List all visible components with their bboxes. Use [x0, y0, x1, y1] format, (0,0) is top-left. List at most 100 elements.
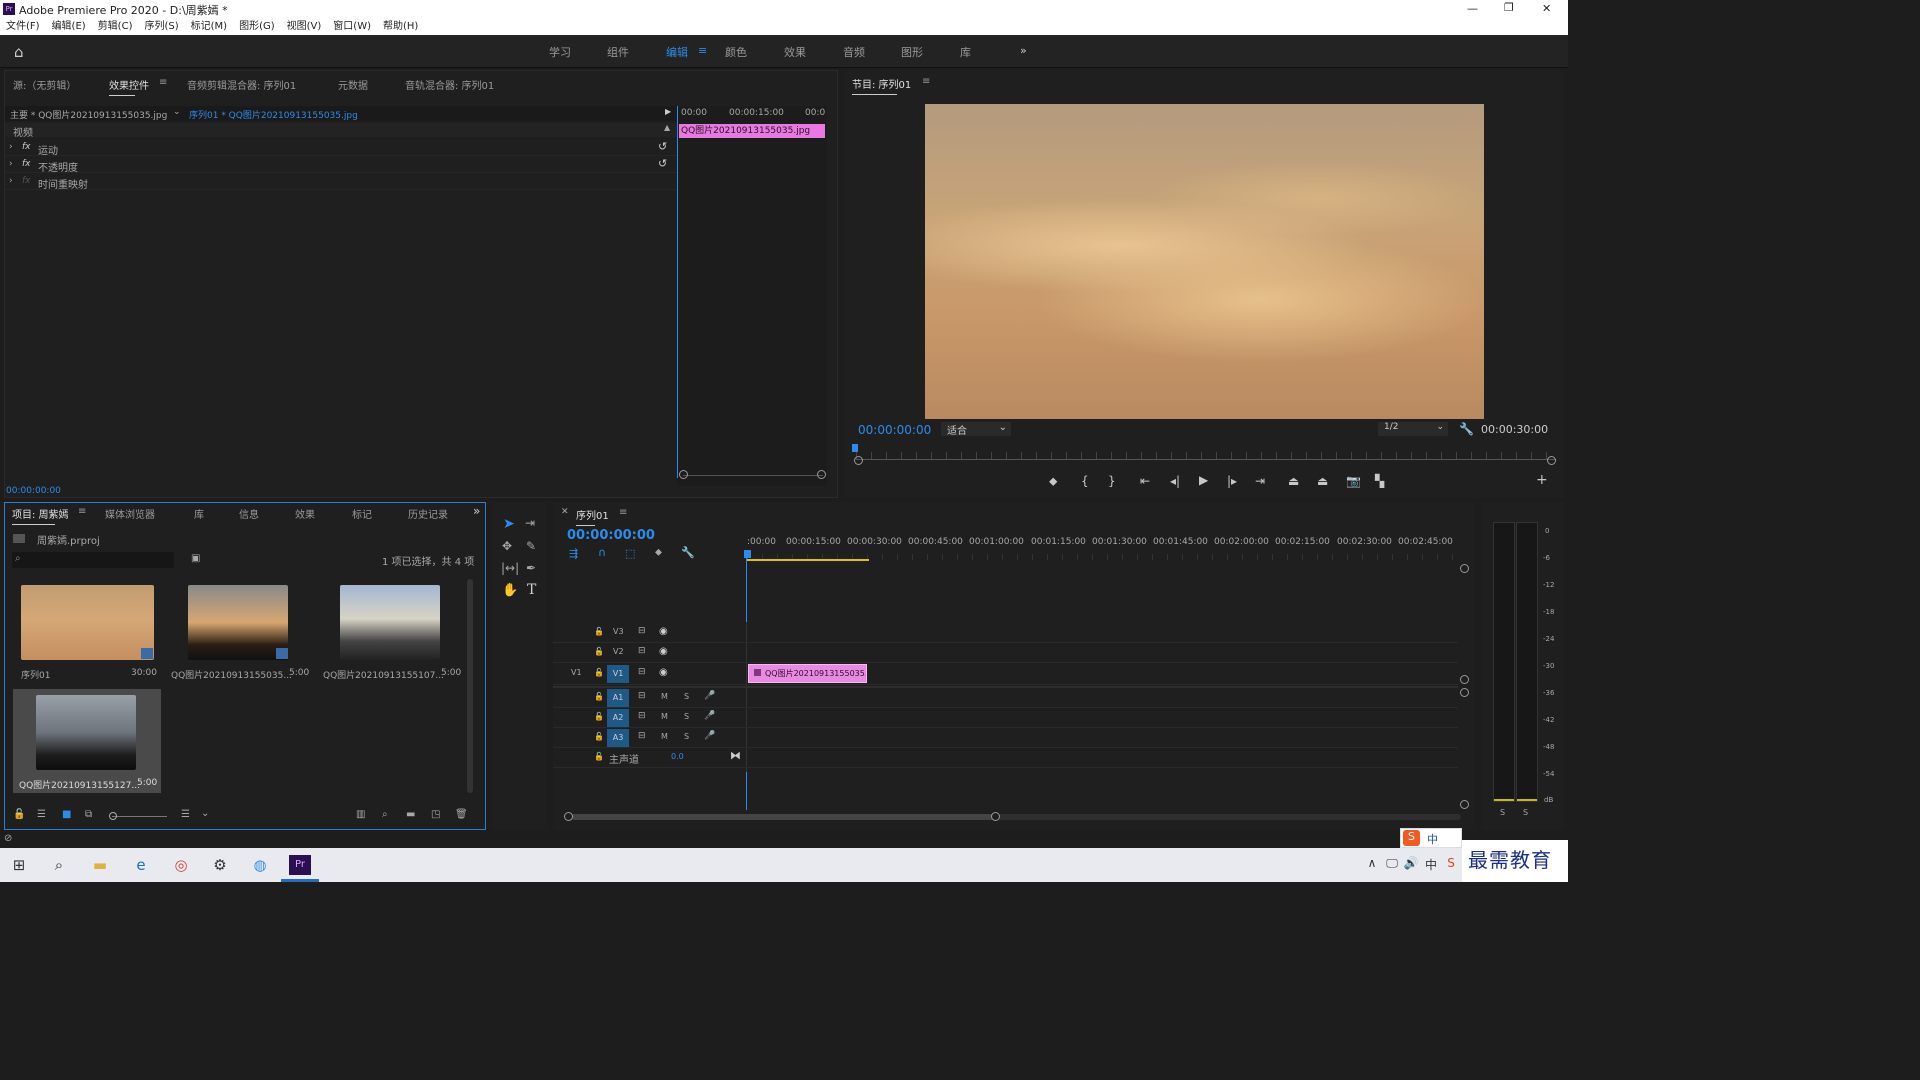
zoom-slider-handle[interactable]	[109, 812, 117, 820]
scroll-up-icon[interactable]: ▲	[664, 123, 670, 132]
item-thumbnail[interactable]	[340, 585, 440, 660]
sync-lock-icon[interactable]: ⊟	[638, 691, 646, 701]
close-button[interactable]: ✕	[1542, 2, 1551, 15]
expand-arrow-icon[interactable]: ▶	[665, 107, 671, 116]
microphone-icon[interactable]: 🎤	[704, 691, 715, 701]
mute-button[interactable]: M	[661, 732, 668, 741]
new-bin-icon[interactable]: ▬	[406, 809, 415, 820]
vertical-zoom-handle[interactable]	[1460, 688, 1469, 697]
program-ruler[interactable]	[856, 452, 1556, 460]
menu-view[interactable]: 视图(V)	[287, 21, 322, 32]
tab-info[interactable]: 信息	[239, 506, 259, 521]
sort-icon[interactable]: ☰	[181, 809, 190, 820]
effect-timecode[interactable]: 00:00:00:00	[6, 486, 61, 496]
panel-menu-icon[interactable]: ≡	[78, 506, 86, 517]
home-icon[interactable]: ⌂	[14, 43, 24, 61]
fx-icon[interactable]: fx	[22, 159, 31, 169]
tab-sequence[interactable]: 序列01	[576, 507, 609, 526]
sequence-clip-label[interactable]: 序列01 * QQ图片20210913155035.jpg	[189, 108, 358, 121]
workspace-editing[interactable]: 编辑	[666, 44, 688, 60]
work-area-bar[interactable]	[747, 559, 869, 561]
tab-libraries[interactable]: 库	[194, 506, 204, 521]
item-thumbnail[interactable]	[36, 695, 136, 770]
settings-gear-icon[interactable]: ⚙	[209, 856, 231, 874]
tab-project[interactable]: 项目: 周紫嫣	[12, 506, 69, 525]
menu-clip[interactable]: 剪辑(C)	[98, 21, 133, 32]
step-back-icon[interactable]: ◂|	[1170, 474, 1180, 488]
tab-source[interactable]: 源:（无剪辑）	[13, 77, 76, 92]
source-patch-label[interactable]: V1	[571, 668, 582, 677]
premiere-taskbar-icon[interactable]: Pr	[289, 855, 311, 875]
fx-icon[interactable]: fx	[22, 142, 31, 152]
tab-metadata[interactable]: 元数据	[338, 77, 368, 92]
type-tool-icon[interactable]: T	[527, 582, 536, 598]
panel-menu-icon[interactable]: ≡	[619, 507, 627, 518]
program-title[interactable]: 节目: 序列01	[852, 76, 911, 95]
lock-icon[interactable]: 🔓	[594, 668, 604, 677]
new-item-icon[interactable]: ◳	[431, 809, 440, 820]
eye-icon[interactable]: ◉	[659, 626, 668, 637]
maximize-button[interactable]: ❐	[1504, 1, 1514, 14]
menu-edit[interactable]: 编辑(E)	[52, 21, 86, 32]
timeline-ruler[interactable]: :00:00 00:00:15:00 00:00:30:00 00:00:45:…	[747, 536, 1459, 560]
project-item[interactable]: QQ图片20210913155035... 5:00	[165, 579, 313, 683]
ime-mode[interactable]: 中	[1427, 831, 1438, 847]
sync-lock-icon[interactable]: ⊟	[638, 711, 646, 721]
mute-button[interactable]: M	[661, 712, 668, 721]
track-target-button[interactable]: A3	[607, 729, 629, 747]
lock-icon[interactable]: 🔓	[594, 692, 604, 701]
go-to-in-icon[interactable]: ⇤	[1140, 474, 1150, 488]
add-button-icon[interactable]: +	[1536, 472, 1548, 488]
list-view-icon[interactable]: ☰	[37, 809, 46, 820]
solo-left-button[interactable]: S	[1500, 808, 1505, 817]
effect-row-motion[interactable]: › fx 运动 ↺	[5, 140, 677, 157]
comparison-view-icon[interactable]: ▚	[1375, 474, 1384, 488]
scroll-bar[interactable]	[683, 475, 823, 476]
more-tabs-icon[interactable]: »	[473, 504, 480, 518]
lock-icon[interactable]: 🔓	[594, 647, 604, 656]
effect-row-time-remap[interactable]: › fx 时间重映射	[5, 174, 677, 191]
sync-lock-icon[interactable]: ⊟	[638, 646, 646, 656]
export-frame-icon[interactable]: 📷	[1346, 474, 1361, 488]
disclosure-icon[interactable]: ›	[9, 142, 13, 152]
mute-button[interactable]: M	[661, 692, 668, 701]
add-marker-icon[interactable]: ⬥	[1049, 474, 1057, 489]
lock-icon[interactable]: 🔓	[13, 809, 25, 820]
video-preview[interactable]	[925, 104, 1484, 419]
sync-lock-icon[interactable]: ⊟	[638, 626, 646, 636]
reset-icon[interactable]: ↺	[658, 140, 667, 153]
workspace-libraries[interactable]: 库	[960, 44, 971, 60]
chevron-down-icon[interactable]: ⌄	[201, 808, 209, 819]
wrench-icon[interactable]: 🔧	[1459, 422, 1474, 436]
more-workspaces-icon[interactable]: »	[1020, 44, 1027, 57]
solo-right-button[interactable]: S	[1523, 808, 1528, 817]
resolution-dropdown[interactable]: 1/2 ⌄	[1378, 422, 1448, 436]
microphone-icon[interactable]: 🎤	[704, 731, 715, 741]
track-target-button[interactable]: A1	[607, 689, 629, 707]
tab-effects[interactable]: 效果	[295, 506, 315, 521]
reset-icon[interactable]: ↺	[658, 157, 667, 170]
lock-icon[interactable]: 🔓	[594, 732, 604, 741]
slip-tool-icon[interactable]: |↔|	[501, 561, 519, 575]
status-icon[interactable]: ⊘	[4, 833, 12, 844]
volume-icon[interactable]: 🔊	[1400, 856, 1422, 874]
master-clip-label[interactable]: 主要 * QQ图片20210913155035.jpg	[10, 108, 167, 121]
workspace-audio[interactable]: 音频	[843, 44, 865, 60]
vertical-zoom-handle[interactable]	[1460, 800, 1469, 809]
ripple-edit-tool-icon[interactable]: ✥	[502, 539, 512, 553]
tab-media-browser[interactable]: 媒体浏览器	[105, 506, 155, 521]
tab-markers[interactable]: 标记	[352, 506, 372, 521]
item-thumbnail[interactable]	[188, 585, 288, 660]
solo-button[interactable]: S	[684, 732, 689, 741]
scroll-handle-right[interactable]	[1547, 456, 1556, 465]
tab-audio-track-mixer[interactable]: 音轨混合器: 序列01	[405, 77, 494, 92]
find-icon[interactable]: ⌕	[382, 809, 388, 820]
workspace-assembly[interactable]: 组件	[607, 44, 629, 60]
timeline-settings-icon[interactable]: 🔧	[681, 546, 695, 559]
close-sequence-icon[interactable]: ✕	[561, 507, 569, 517]
track-label[interactable]: V3	[613, 627, 624, 636]
menu-markers[interactable]: 标记(M)	[191, 21, 227, 32]
app-icon[interactable]: ◎	[170, 856, 192, 874]
hand-tool-icon[interactable]: ✋	[502, 583, 518, 598]
trash-icon[interactable]: 🗑	[455, 809, 468, 820]
